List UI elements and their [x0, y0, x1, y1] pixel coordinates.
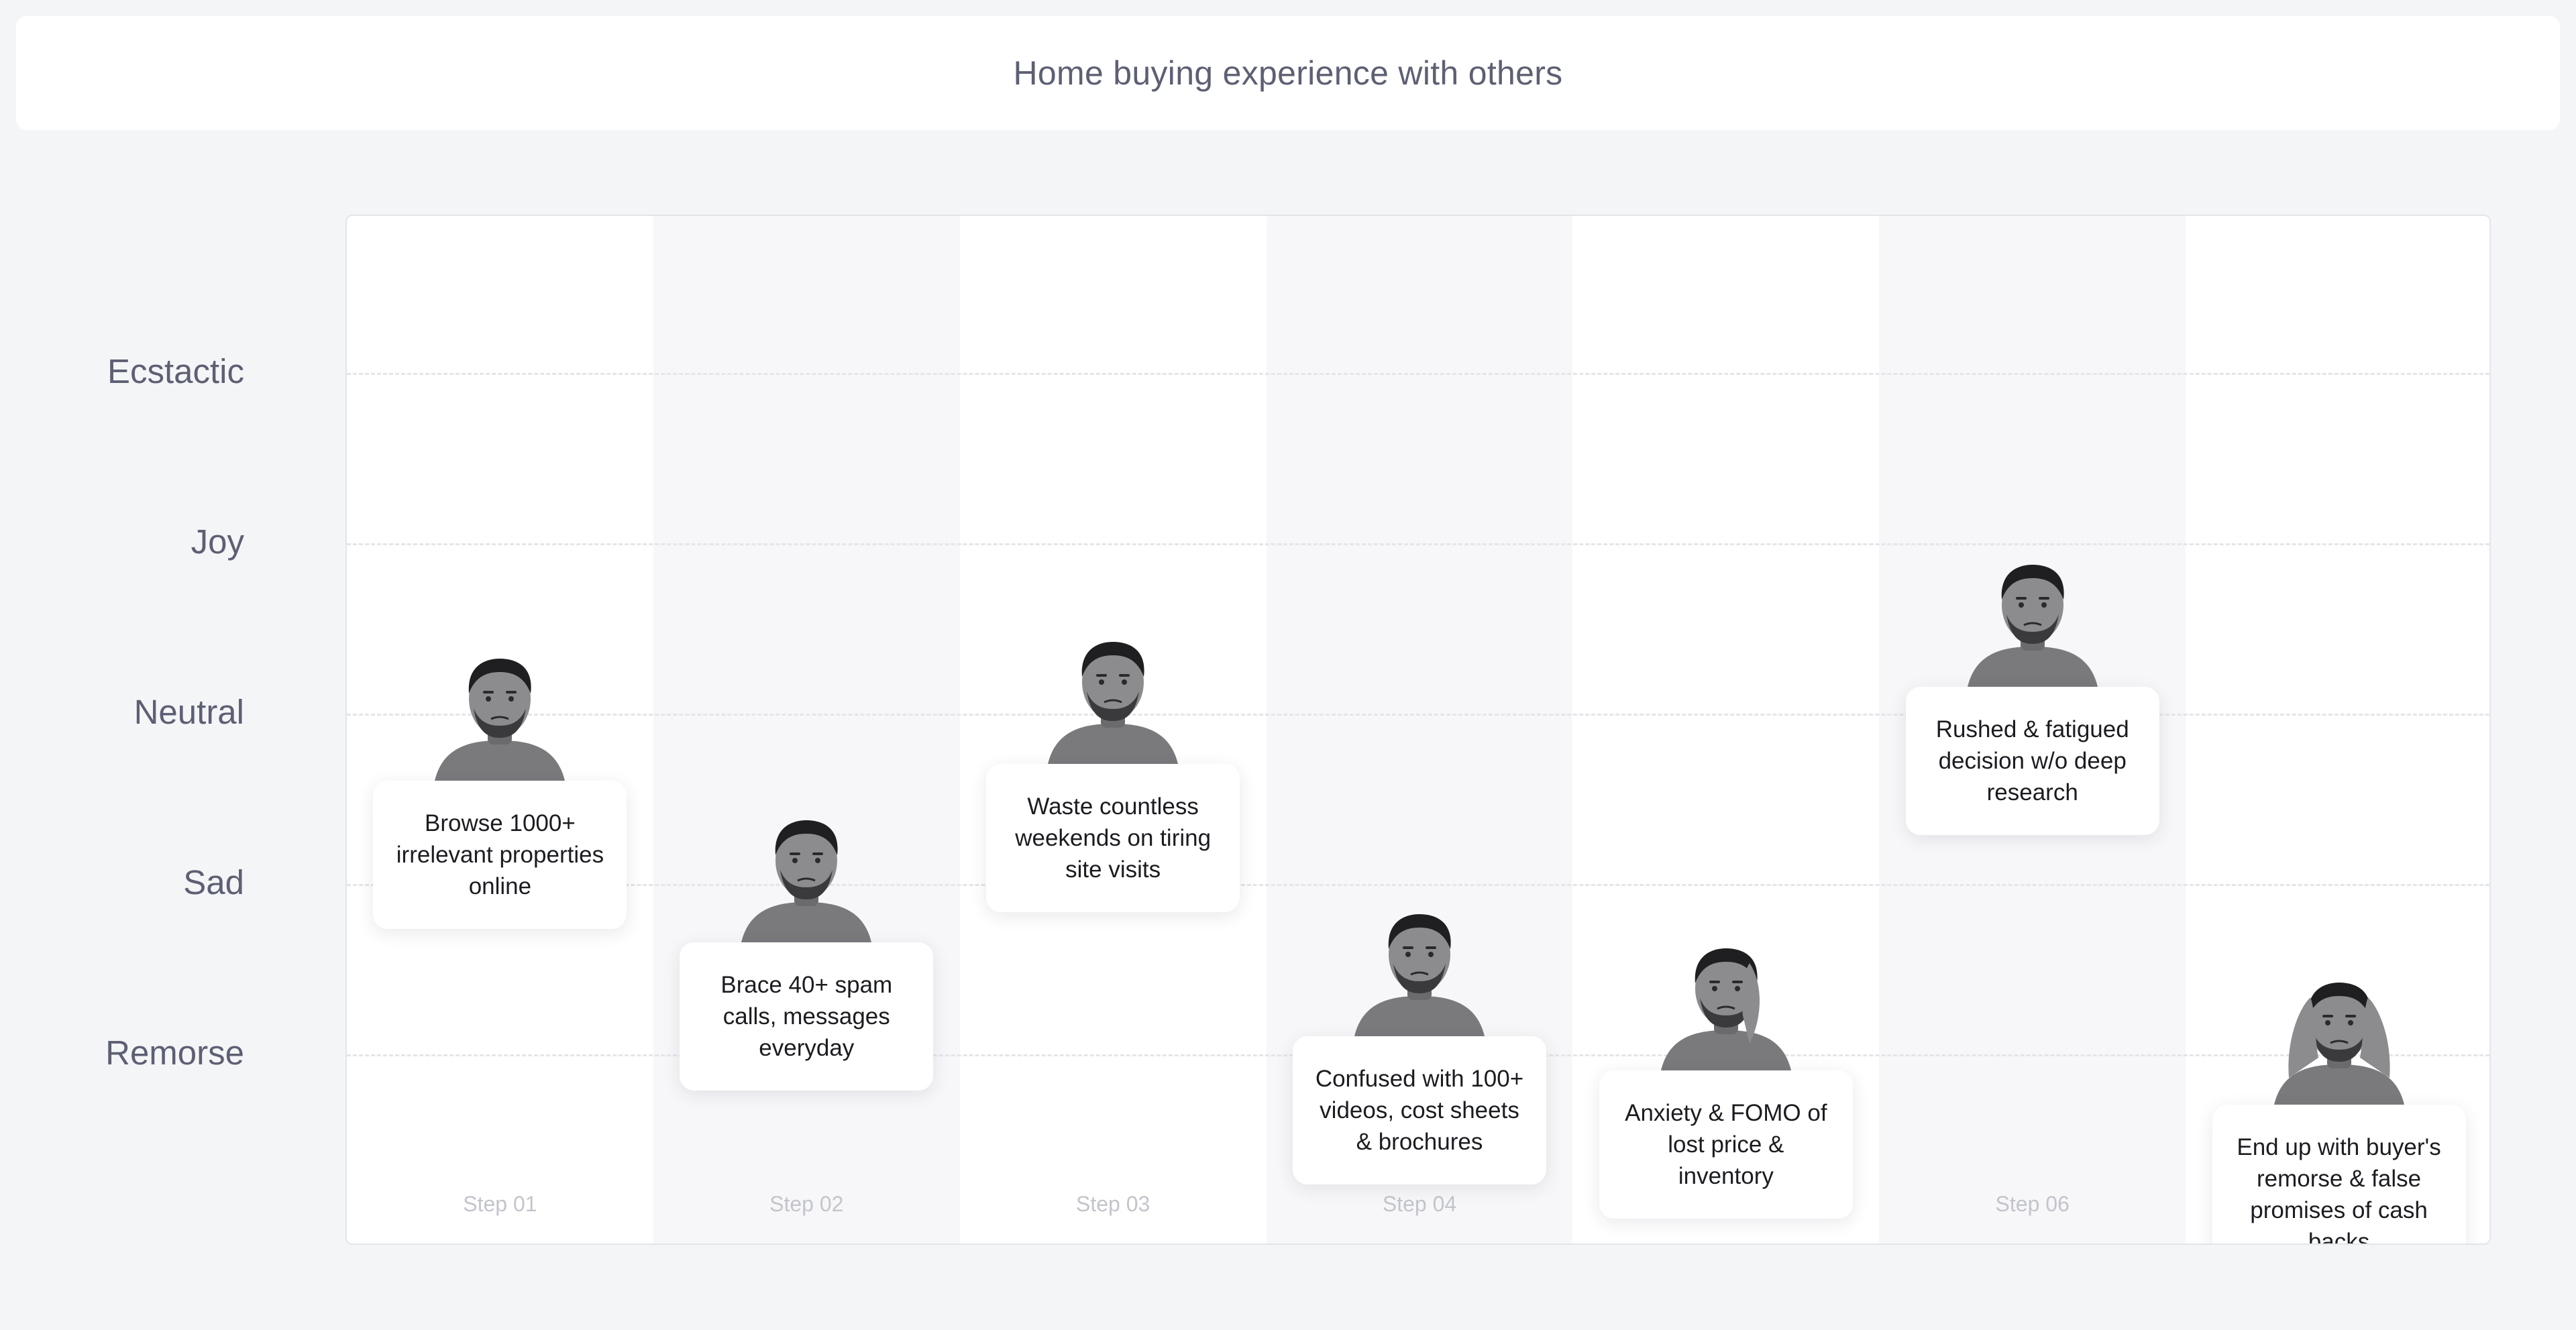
step-card-text: End up with buyer's remorse & false prom… — [2237, 1133, 2441, 1245]
journey-chart: Step 01Step 02Step 03Step 04Step 05Step … — [345, 215, 2491, 1245]
step-card-text: Browse 1000+ irrelevant properties onlin… — [396, 810, 604, 899]
chart-title: Home buying experience with others — [1013, 54, 1563, 92]
step-card: Confused with 100+ videos, cost sheets &… — [1293, 1036, 1546, 1184]
step-card-text: Waste countless weekends on tiring site … — [1015, 793, 1212, 883]
y-tick-label: Sad — [183, 863, 244, 901]
gridline — [347, 373, 2489, 375]
step-card: Waste countless weekends on tiring site … — [986, 763, 1240, 912]
y-tick-label: Remorse — [105, 1034, 244, 1072]
step-card: Browse 1000+ irrelevant properties onlin… — [373, 781, 627, 929]
person-avatar — [1649, 936, 1803, 1074]
step-card: Anxiety & FOMO of lost price & inventory — [1599, 1070, 1853, 1219]
y-tick-label: Neutral — [133, 693, 244, 731]
step-card: Rushed & fatigued decision w/o deep rese… — [1905, 687, 2159, 836]
y-tick-label: Ecstactic — [107, 352, 244, 390]
step-card-text: Brace 40+ spam calls, messages everyday — [720, 972, 893, 1062]
person-avatar — [1342, 902, 1497, 1040]
gridline — [347, 884, 2489, 886]
step-card-text: Rushed & fatigued decision w/o deep rese… — [1935, 716, 2129, 806]
person-avatar — [1036, 630, 1190, 767]
step-card-text: Anxiety & FOMO of lost price & inventory — [1625, 1099, 1827, 1189]
person-avatar — [729, 808, 883, 946]
y-tick-label: Joy — [191, 522, 244, 561]
x-tick-label: Step 06 — [1995, 1192, 2070, 1216]
x-tick-label: Step 04 — [1382, 1192, 1457, 1216]
step-card: End up with buyer's remorse & false prom… — [2212, 1104, 2466, 1245]
x-tick-label: Step 02 — [769, 1192, 844, 1216]
chart-header: Home buying experience with others — [16, 16, 2560, 130]
step-card-text: Confused with 100+ videos, cost sheets &… — [1315, 1066, 1524, 1155]
step-card: Brace 40+ spam calls, messages everyday — [680, 942, 934, 1091]
x-tick-label: Step 03 — [1075, 1192, 1150, 1216]
gridline — [347, 714, 2489, 716]
x-tick-label: Step 01 — [463, 1192, 537, 1216]
person-avatar — [2262, 971, 2416, 1108]
person-avatar — [1955, 553, 2110, 690]
person-avatar — [423, 647, 577, 784]
gridline — [347, 543, 2489, 545]
